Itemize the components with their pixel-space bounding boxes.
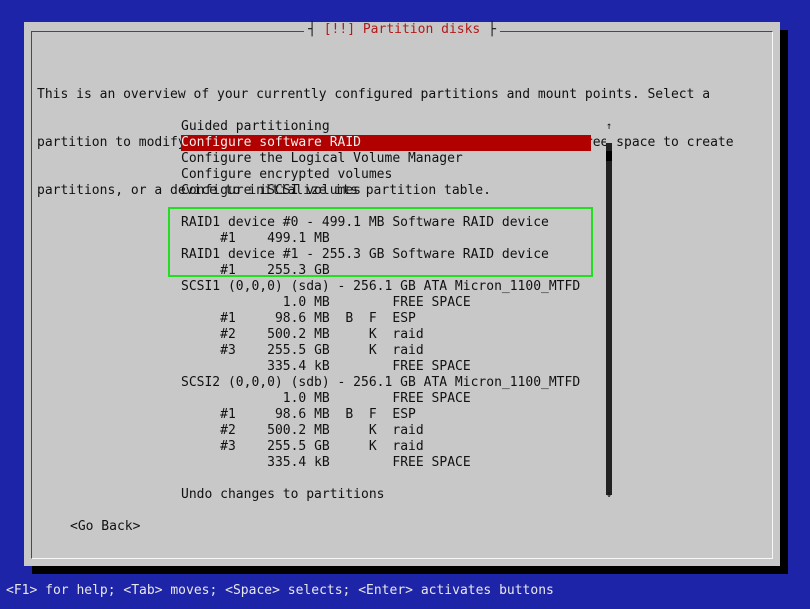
partition-number: #1 bbox=[220, 311, 236, 326]
partition-size: 1.0 MB bbox=[282, 391, 330, 406]
partition-flag: F bbox=[368, 311, 377, 326]
partition-size: 500.2 MB bbox=[267, 423, 330, 438]
partition-size: 335.4 kB bbox=[267, 455, 330, 470]
partition-number: #1 bbox=[220, 407, 236, 422]
partition-type: raid bbox=[392, 423, 424, 438]
scroll-thumb[interactable] bbox=[606, 151, 612, 161]
partition-size: 1.0 MB bbox=[282, 295, 330, 310]
partition-size: 255.5 GB bbox=[267, 439, 330, 454]
title-right-border: ├ bbox=[480, 22, 496, 37]
title-text: [!!] Partition disks bbox=[323, 22, 481, 37]
disk-partition-row[interactable]: #1 98.6 MB B F ESP bbox=[181, 311, 591, 327]
scroll-down-arrow-icon[interactable]: ↓ bbox=[605, 487, 613, 503]
partition-flag: K bbox=[368, 439, 377, 454]
intro-line: This is an overview of your currently co… bbox=[37, 87, 711, 102]
partition-number: #2 bbox=[220, 423, 236, 438]
partition-dialog: ┤ [!!] Partition disks ├ This is an over… bbox=[24, 22, 780, 566]
dialog-title-bar: ┤ [!!] Partition disks ├ bbox=[24, 22, 780, 38]
go-back-button[interactable]: <Go Back> bbox=[70, 519, 140, 535]
raid-device-row[interactable]: RAID1 device #0 - 499.1 MB Software RAID… bbox=[181, 215, 591, 231]
title-left-border: ┤ bbox=[308, 22, 324, 37]
partition-type: FREE SPACE bbox=[392, 455, 471, 470]
partition-flag: B bbox=[345, 311, 354, 326]
partition-size: 499.1 MB bbox=[267, 231, 330, 246]
partition-type: ESP bbox=[392, 311, 416, 326]
list-scrollbar[interactable]: ↑ ↓ bbox=[605, 119, 613, 503]
disk-partition-row[interactable]: #3 255.5 GB Kraid bbox=[181, 439, 591, 455]
partition-type: raid bbox=[392, 327, 424, 342]
partition-flag: K bbox=[368, 423, 377, 438]
partition-flag: F bbox=[368, 407, 377, 422]
partition-type: raid bbox=[392, 343, 424, 358]
disk-partition-row[interactable]: #3 255.5 GB Kraid bbox=[181, 343, 591, 359]
partition-type: FREE SPACE bbox=[392, 391, 471, 406]
dialog-title: ┤ [!!] Partition disks ├ bbox=[304, 22, 500, 38]
partition-number: #3 bbox=[220, 343, 236, 358]
disk-partition-row[interactable]: 1.0 MB FREE SPACE bbox=[181, 295, 591, 311]
scroll-up-arrow-icon[interactable]: ↑ bbox=[605, 119, 613, 135]
menu-item[interactable]: Configure the Logical Volume Manager bbox=[181, 151, 591, 167]
raid-partition-row[interactable]: #1 499.1 MB bbox=[181, 231, 591, 247]
menu-item[interactable]: Configure iSCSI volumes bbox=[181, 183, 591, 199]
partition-flag: K bbox=[368, 343, 377, 358]
help-status-bar: <F1> for help; <Tab> moves; <Space> sele… bbox=[6, 583, 554, 598]
partition-number: #3 bbox=[220, 439, 236, 454]
menu-item[interactable]: Guided partitioning bbox=[181, 119, 591, 135]
disk-partition-row[interactable]: 335.4 kB FREE SPACE bbox=[181, 455, 591, 471]
menu-item[interactable]: Configure software RAID bbox=[181, 135, 591, 151]
raid-partition-row[interactable]: #1 255.3 GB bbox=[181, 263, 591, 279]
partition-number: #1 bbox=[220, 231, 236, 246]
disk-partition-row[interactable]: 1.0 MB FREE SPACE bbox=[181, 391, 591, 407]
menu-item[interactable]: Configure encrypted volumes bbox=[181, 167, 591, 183]
partition-size: 98.6 MB bbox=[274, 407, 330, 422]
scroll-track[interactable] bbox=[606, 135, 612, 495]
partition-number: #1 bbox=[220, 263, 236, 278]
raid-device-row[interactable]: RAID1 device #1 - 255.3 GB Software RAID… bbox=[181, 247, 591, 263]
partition-size: 500.2 MB bbox=[267, 327, 330, 342]
disk-partition-row[interactable]: #2 500.2 MB Kraid bbox=[181, 327, 591, 343]
disk-header-row[interactable]: SCSI2 (0,0,0) (sdb) - 256.1 GB ATA Micro… bbox=[181, 375, 591, 391]
undo-changes-item[interactable]: Undo changes to partitions bbox=[181, 487, 591, 503]
disk-partition-row[interactable]: #2 500.2 MB Kraid bbox=[181, 423, 591, 439]
partition-flag: B bbox=[345, 407, 354, 422]
partition-type: FREE SPACE bbox=[392, 359, 471, 374]
partition-type: ESP bbox=[392, 407, 416, 422]
disk-partition-row[interactable]: 335.4 kB FREE SPACE bbox=[181, 359, 591, 375]
partition-list[interactable]: Guided partitioning Configure software RA… bbox=[181, 119, 591, 503]
partition-number: #2 bbox=[220, 327, 236, 342]
partition-size: 255.5 GB bbox=[267, 343, 330, 358]
disk-partition-row[interactable]: #1 98.6 MB B F ESP bbox=[181, 407, 591, 423]
partition-flag: K bbox=[368, 327, 377, 342]
disk-header-row[interactable]: SCSI1 (0,0,0) (sda) - 256.1 GB ATA Micro… bbox=[181, 279, 591, 295]
partition-size: 335.4 kB bbox=[267, 359, 330, 374]
partition-size: 255.3 GB bbox=[267, 263, 330, 278]
partition-type: raid bbox=[392, 439, 424, 454]
partition-type: FREE SPACE bbox=[392, 295, 471, 310]
partition-size: 98.6 MB bbox=[274, 311, 330, 326]
